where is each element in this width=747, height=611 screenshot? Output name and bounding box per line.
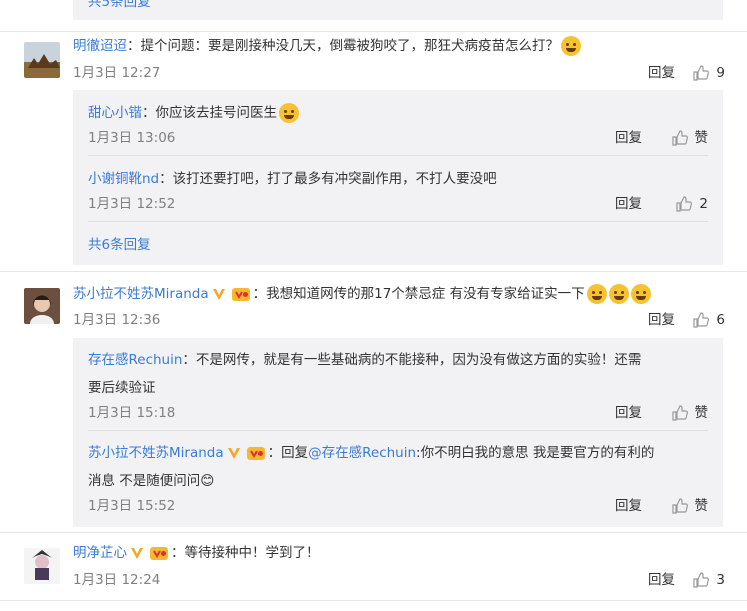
more-replies-link[interactable]: 共5条回复 (88, 0, 151, 10)
divider (88, 430, 708, 431)
thumbs-up-icon (671, 498, 688, 514)
like-label: 赞 (694, 498, 709, 514)
mention-link[interactable]: @存在感Rechuin (308, 445, 416, 461)
comment-username[interactable]: 明净芷心 (73, 545, 127, 561)
grin-emoji-icon (586, 284, 607, 304)
vip-badge-icon (231, 288, 250, 301)
reply-button[interactable]: 回复 (648, 62, 675, 84)
comment-text: ：等待接种中！学到了！ (171, 545, 320, 561)
reply-username[interactable]: 小谢铜靴nd (88, 171, 159, 187)
comment-time: 1月3日 12:24 (73, 572, 161, 588)
like-count: 3 (716, 572, 725, 588)
reply-item: 存在感Rechuin：不是网传，就是有一些基础病的不能接种，因为没有做这方面的实… (88, 346, 708, 424)
reply-item: 苏小拉不姓苏Miranda ：回复@存在感Rechuin:你不明白我的意思 我是要… (88, 439, 708, 517)
vip-badge-icon (246, 447, 265, 460)
divider (0, 532, 747, 533)
divider (0, 600, 747, 601)
reply-time: 1月3日 15:52 (88, 498, 176, 514)
divider (0, 271, 747, 272)
comment-meta: 1月3日 12:27 回复 9 (73, 62, 727, 84)
comment-text: ：提个问题：要是刚接种没几天，倒霉被狗咬了，那狂犬病疫苗怎么打？ (127, 38, 559, 54)
grin-emoji-icon (630, 284, 651, 304)
thumbs-up-icon (693, 312, 710, 328)
verified-v-badge-icon (131, 548, 143, 559)
like-button[interactable]: 赞 (671, 127, 709, 149)
like-count: 6 (716, 312, 725, 328)
avatar[interactable] (24, 548, 60, 584)
verified-v-badge-icon (227, 448, 240, 459)
reply-box: 存在感Rechuin：不是网传，就是有一些基础病的不能接种，因为没有做这方面的实… (73, 338, 723, 527)
reply-box-partial: 共5条回复 (73, 0, 723, 20)
like-label: 赞 (694, 405, 709, 421)
like-button[interactable]: 2 (675, 193, 708, 215)
divider (88, 155, 708, 156)
like-label: 赞 (694, 130, 709, 146)
reply-text: ：回复 (267, 445, 309, 461)
reply-text-continued: 要后续验证 (88, 380, 156, 396)
reply-username[interactable]: 甜心小锴 (88, 105, 142, 121)
reply-time: 1月3日 15:18 (88, 405, 176, 421)
reply-username[interactable]: 存在感Rechuin (88, 352, 182, 368)
reply-box: 甜心小锴：你应该去挂号问医生 1月3日 13:06 回复 赞 小谢铜靴nd：该打… (73, 90, 723, 265)
comment-time: 1月3日 12:36 (73, 312, 161, 328)
like-button[interactable]: 赞 (671, 402, 709, 424)
like-button[interactable]: 3 (692, 569, 725, 591)
divider (88, 221, 708, 222)
reply-text-continued: 消息 不是随便问问😊 (88, 473, 215, 489)
reply-time: 1月3日 12:52 (88, 196, 176, 212)
grin-emoji-icon (608, 284, 629, 304)
reply-text: ：你应该去挂号问医生 (142, 105, 277, 121)
like-count: 2 (699, 196, 708, 212)
like-button[interactable]: 9 (692, 62, 725, 84)
avatar[interactable] (24, 42, 60, 78)
reply-button[interactable]: 回复 (615, 402, 642, 424)
reply-time: 1月3日 13:06 (88, 130, 176, 146)
laugh-cry-emoji-icon (279, 103, 299, 123)
reply-text: ：不是网传，就是有一些基础病的不能接种，因为没有做这方面的实验！还需 (182, 352, 642, 368)
laugh-cry-emoji-icon (561, 36, 581, 56)
comment-text: ：我想知道网传的那17个禁忌症 有没有专家给证实一下 (252, 286, 585, 302)
divider (0, 31, 747, 32)
reply-button[interactable]: 回复 (648, 569, 675, 591)
reply-item: 小谢铜靴nd：该打还要打吧，打了最多有冲突副作用，不打人要没吧 1月3日 12:… (88, 165, 708, 215)
thumbs-up-icon (676, 196, 693, 212)
reply-button[interactable]: 回复 (615, 495, 642, 517)
like-button[interactable]: 6 (692, 309, 725, 331)
like-count: 9 (716, 65, 725, 81)
thumbs-up-icon (693, 572, 710, 588)
reply-username[interactable]: 苏小拉不姓苏Miranda (88, 445, 224, 461)
comment-meta: 1月3日 12:24 回复 3 (73, 569, 727, 591)
reply-button[interactable]: 回复 (615, 193, 642, 215)
reply-text: :你不明白我的意思 我是要官方的有利的 (416, 445, 655, 461)
comment-meta: 1月3日 12:36 回复 6 (73, 309, 727, 331)
reply-button[interactable]: 回复 (615, 127, 642, 149)
vip-badge-icon (150, 547, 168, 560)
comment-username[interactable]: 苏小拉不姓苏Miranda (73, 286, 209, 302)
avatar[interactable] (24, 288, 60, 324)
thumbs-up-icon (671, 405, 688, 421)
thumbs-up-icon (671, 130, 688, 146)
reply-item: 甜心小锴：你应该去挂号问医生 1月3日 13:06 回复 赞 (88, 99, 708, 149)
comment-username[interactable]: 明徹迢迢 (73, 38, 127, 54)
more-replies-link[interactable]: 共6条回复 (88, 237, 151, 253)
reply-button[interactable]: 回复 (648, 309, 675, 331)
reply-text: ：该打还要打吧，打了最多有冲突副作用，不打人要没吧 (159, 171, 497, 187)
verified-v-badge-icon (212, 289, 225, 300)
comment-time: 1月3日 12:27 (73, 65, 161, 81)
like-button[interactable]: 赞 (671, 495, 709, 517)
thumbs-up-icon (693, 65, 710, 81)
